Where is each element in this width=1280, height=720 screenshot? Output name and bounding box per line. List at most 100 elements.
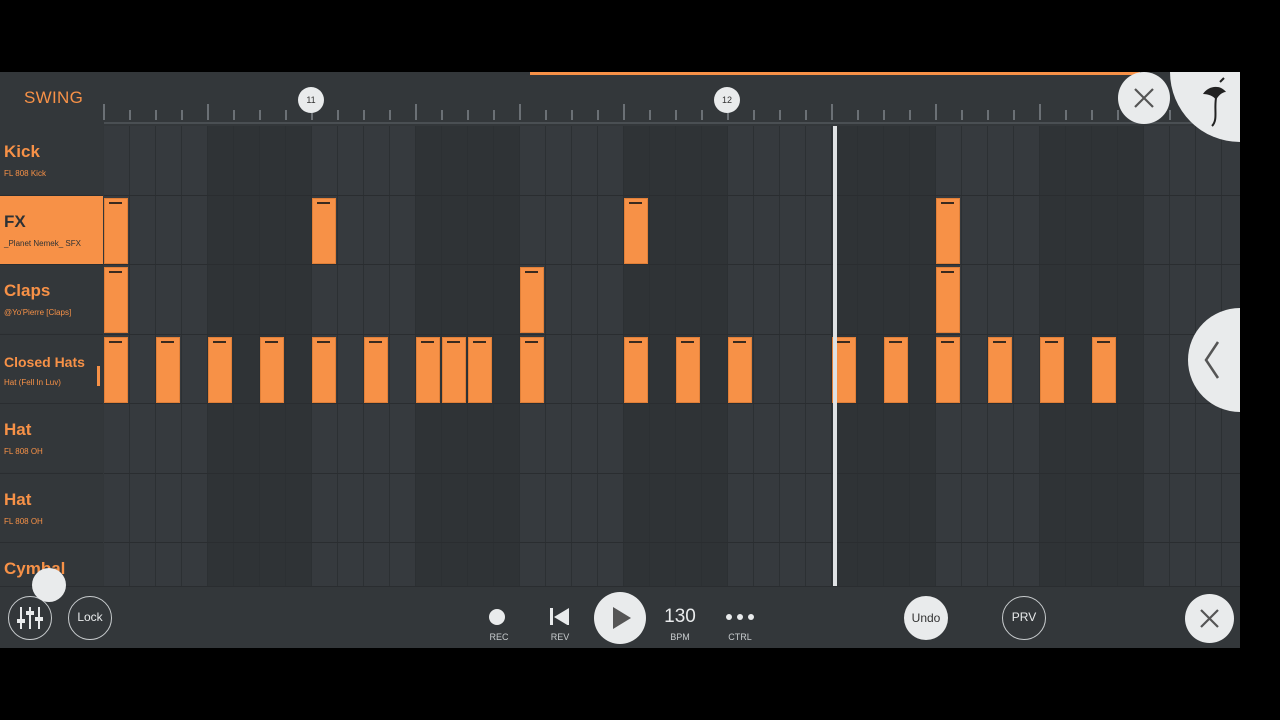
step-sequencer-app: SWING 11 12 Kick FL 808 Kick FX _Planet Nem… bbox=[0, 72, 1240, 648]
ruler-tick bbox=[155, 110, 157, 120]
bar-marker-12[interactable]: 12 bbox=[714, 87, 740, 113]
ruler-tick bbox=[805, 110, 807, 120]
playhead bbox=[833, 126, 837, 588]
active-step[interactable] bbox=[624, 336, 648, 403]
active-step[interactable] bbox=[936, 267, 960, 333]
active-step[interactable] bbox=[884, 336, 908, 403]
rev-label: REV bbox=[550, 632, 570, 642]
active-step[interactable] bbox=[208, 336, 232, 403]
rewind-button[interactable] bbox=[540, 601, 580, 626]
ruler-tick bbox=[753, 110, 755, 120]
ctrl-label: CTRL bbox=[728, 632, 752, 642]
active-step[interactable] bbox=[442, 336, 466, 403]
rec-label: REC bbox=[489, 632, 509, 642]
active-step[interactable] bbox=[104, 336, 128, 403]
active-step[interactable] bbox=[468, 336, 492, 403]
ruler-tick bbox=[1039, 104, 1041, 120]
row-divider bbox=[104, 403, 1240, 404]
ruler-tick bbox=[909, 110, 911, 120]
ruler-tick bbox=[389, 110, 391, 120]
ruler-tick bbox=[1091, 110, 1093, 120]
controls-button[interactable] bbox=[720, 603, 760, 623]
active-step[interactable] bbox=[676, 336, 700, 403]
ruler-tick bbox=[337, 110, 339, 120]
row-divider bbox=[104, 333, 1240, 335]
channel-sample-name: @Yo'Pierre [Claps] bbox=[4, 308, 72, 317]
close-sequencer-button[interactable] bbox=[1185, 594, 1234, 643]
chevron-left-icon bbox=[1204, 341, 1220, 379]
channel-button[interactable]: Hat FL 808 OH bbox=[0, 473, 103, 542]
ruler-tick bbox=[519, 104, 521, 120]
ruler-tick bbox=[259, 110, 261, 120]
active-step[interactable] bbox=[988, 336, 1012, 403]
active-step[interactable] bbox=[156, 336, 180, 403]
active-step[interactable] bbox=[104, 267, 128, 333]
active-step[interactable] bbox=[936, 197, 960, 264]
row-divider bbox=[104, 472, 1240, 474]
fl-fruit-logo-icon bbox=[1203, 77, 1226, 127]
transport-bar: Lock REC REV 130 BPM CTRL Undo PRV bbox=[0, 586, 1240, 648]
more-dots-icon bbox=[726, 614, 754, 620]
channel-name: Claps bbox=[4, 281, 51, 300]
channel-sample-name: Hat (Fell In Luv) bbox=[4, 377, 61, 387]
channel-button[interactable]: FX _Planet Nemek_ SFX bbox=[0, 195, 103, 264]
ruler-tick bbox=[467, 110, 469, 120]
channel-button[interactable]: Closed Hats Hat (Fell In Luv) bbox=[0, 334, 103, 403]
bpm-label: BPM bbox=[670, 632, 690, 642]
active-step[interactable] bbox=[312, 197, 336, 264]
row-divider bbox=[104, 542, 1240, 543]
close-pattern-button[interactable] bbox=[1118, 72, 1170, 124]
timeline-ruler-bar: SWING 11 12 bbox=[0, 72, 1240, 126]
channel-name: Hat bbox=[4, 420, 32, 439]
active-step[interactable] bbox=[728, 336, 752, 403]
skip-back-icon bbox=[550, 608, 569, 626]
channel-button[interactable]: Kick FL 808 Kick bbox=[0, 126, 103, 194]
mixer-button[interactable] bbox=[8, 596, 52, 640]
active-step[interactable] bbox=[1040, 336, 1064, 403]
active-step[interactable] bbox=[1092, 336, 1116, 403]
open-side-panel-button[interactable] bbox=[1188, 308, 1240, 412]
active-step[interactable] bbox=[520, 267, 544, 333]
ruler-tick bbox=[441, 110, 443, 120]
channel-scroll-handle[interactable] bbox=[32, 568, 66, 602]
channel-button[interactable]: Claps @Yo'Pierre [Claps] bbox=[0, 265, 103, 333]
ruler-tick bbox=[987, 110, 989, 120]
undo-button[interactable]: Undo bbox=[904, 596, 948, 640]
close-icon bbox=[1134, 88, 1154, 108]
active-step[interactable] bbox=[416, 336, 440, 403]
channel-name: FX bbox=[4, 211, 26, 231]
active-step[interactable] bbox=[312, 336, 336, 403]
bar-marker-11[interactable]: 11 bbox=[298, 87, 324, 113]
record-button[interactable] bbox=[478, 601, 518, 625]
ruler-tick bbox=[883, 110, 885, 120]
active-step[interactable] bbox=[936, 336, 960, 403]
row-divider bbox=[104, 264, 1240, 265]
timeline-ruler[interactable] bbox=[103, 72, 1240, 126]
channel-sample-name: _Planet Nemek_ SFX bbox=[4, 238, 81, 248]
ruler-tick bbox=[493, 110, 495, 120]
channel-sample-name: FL 808 OH bbox=[4, 447, 43, 456]
ruler-tick bbox=[831, 104, 833, 120]
channel-name: Hat bbox=[4, 489, 32, 509]
ruler-tick bbox=[207, 104, 209, 120]
active-step[interactable] bbox=[520, 336, 544, 403]
active-step[interactable] bbox=[624, 197, 648, 264]
active-step[interactable] bbox=[104, 197, 128, 264]
ruler-tick bbox=[129, 110, 131, 120]
channel-button[interactable]: Hat FL 808 OH bbox=[0, 404, 103, 472]
channel-sample-name: FL 808 OH bbox=[4, 516, 43, 526]
ruler-tick bbox=[649, 110, 651, 120]
ruler-tick bbox=[675, 110, 677, 120]
ruler-tick bbox=[103, 104, 105, 120]
tempo-value[interactable]: 130 bbox=[650, 606, 710, 628]
preview-button[interactable]: PRV bbox=[1002, 596, 1046, 640]
channel-name: Closed Hats bbox=[4, 353, 85, 370]
ruler-tick bbox=[1065, 110, 1067, 120]
active-step[interactable] bbox=[260, 336, 284, 403]
play-button[interactable] bbox=[594, 592, 646, 644]
lock-button[interactable]: Lock bbox=[68, 596, 112, 640]
swing-button[interactable]: SWING bbox=[24, 88, 83, 108]
step-grid[interactable] bbox=[104, 126, 1240, 588]
fl-studio-logo[interactable] bbox=[1170, 72, 1240, 142]
active-step[interactable] bbox=[364, 336, 388, 403]
